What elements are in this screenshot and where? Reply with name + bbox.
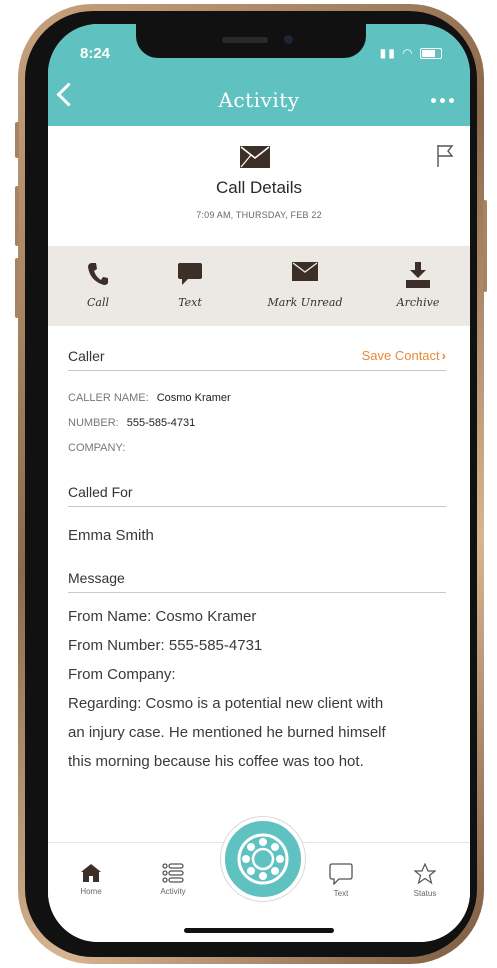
caller-number-row: NUMBER: 555-585-4731 — [68, 417, 195, 429]
caller-number-label: NUMBER: — [68, 417, 119, 429]
call-timestamp: 7:09 AM, THURSDAY, FEB 22 — [196, 210, 322, 220]
chat-bubble-icon — [329, 863, 353, 885]
tab-status-label: Status — [413, 889, 437, 898]
caller-name-value: Cosmo Kramer — [156, 392, 231, 404]
star-icon — [414, 863, 436, 885]
message-line: Regarding: Cosmo is a potential new clie… — [68, 695, 384, 712]
action-bar: Call Text Mark Unread Archive — [48, 246, 470, 326]
screen: 8:24 ▮▮ ◠ Activity Call Details 7:09 AM,… — [48, 24, 470, 942]
mark-unread-action-label: Mark Unread — [267, 296, 343, 309]
tab-activity[interactable]: Activity — [138, 863, 208, 896]
home-icon — [81, 864, 101, 882]
archive-action-label: Archive — [396, 296, 440, 309]
more-options-icon[interactable] — [431, 98, 454, 103]
called-for-value: Emma Smith — [68, 527, 154, 544]
wifi-icon: ◠ — [402, 46, 415, 60]
caller-section-heading: Caller Save Contact › — [68, 348, 446, 371]
chat-bubble-icon — [178, 263, 202, 285]
side-button-mute — [15, 122, 19, 158]
message-line: this morning because his coffee was too … — [68, 753, 364, 770]
caller-company-row: COMPANY: — [68, 442, 125, 454]
mark-unread-action-button[interactable]: Mark Unread — [252, 246, 358, 326]
message-heading-label: Message — [68, 570, 125, 586]
notch — [136, 24, 366, 58]
phone-icon — [88, 263, 108, 285]
tab-home[interactable]: Home — [56, 863, 126, 896]
text-action-button[interactable]: Text — [148, 246, 232, 326]
caller-heading-label: Caller — [68, 348, 105, 364]
caller-name-label: CALLER NAME: — [68, 392, 149, 404]
message-line: From Name: Cosmo Kramer — [68, 608, 257, 625]
call-action-button[interactable]: Call — [48, 246, 148, 326]
called-for-heading-label: Called For — [68, 484, 133, 500]
envelope-icon — [292, 262, 318, 281]
side-button-volume-down — [15, 258, 19, 318]
rotary-dial-icon — [237, 833, 289, 885]
called-for-section-heading: Called For — [68, 484, 446, 507]
save-contact-link[interactable]: Save Contact › — [362, 348, 446, 363]
message-line: From Company: — [68, 666, 176, 683]
message-line: an injury case. He mentioned he burned h… — [68, 724, 386, 741]
save-contact-label: Save Contact — [361, 348, 440, 363]
dial-button[interactable] — [221, 817, 305, 901]
archive-download-icon — [406, 262, 430, 288]
tab-bar: Home Activity Text Status — [48, 817, 470, 942]
status-icons: ▮▮ ◠ — [380, 46, 442, 60]
caller-name-row: CALLER NAME: Cosmo Kramer — [68, 392, 231, 404]
battery-icon — [420, 48, 442, 60]
home-indicator[interactable] — [184, 928, 334, 933]
tab-text-label: Text — [333, 889, 349, 898]
side-button-power — [483, 200, 487, 292]
tab-activity-label: Activity — [160, 887, 186, 896]
envelope-icon — [240, 146, 270, 168]
archive-action-button[interactable]: Archive — [378, 246, 458, 326]
flag-icon[interactable] — [436, 144, 454, 168]
message-section-heading: Message — [68, 570, 446, 593]
side-button-volume-up — [15, 186, 19, 246]
tab-text[interactable]: Text — [306, 863, 376, 898]
signal-icon: ▮▮ — [379, 46, 397, 60]
call-details-title: Call Details — [216, 178, 302, 197]
front-camera — [284, 35, 293, 44]
caller-company-label: COMPANY: — [68, 442, 126, 454]
speaker — [222, 37, 268, 43]
tab-home-label: Home — [80, 887, 102, 896]
message-line: From Number: 555-585-4731 — [68, 637, 263, 654]
tab-status[interactable]: Status — [390, 863, 460, 898]
chevron-right-icon: › — [441, 348, 446, 363]
call-action-label: Call — [86, 296, 109, 309]
list-icon — [162, 863, 184, 883]
status-time: 8:24 — [80, 45, 111, 62]
text-action-label: Text — [178, 296, 202, 309]
message-body: From Name: Cosmo Kramer From Number: 555… — [68, 602, 453, 776]
page-title: Activity — [218, 88, 300, 112]
caller-number-value: 555-585-4731 — [126, 417, 196, 429]
